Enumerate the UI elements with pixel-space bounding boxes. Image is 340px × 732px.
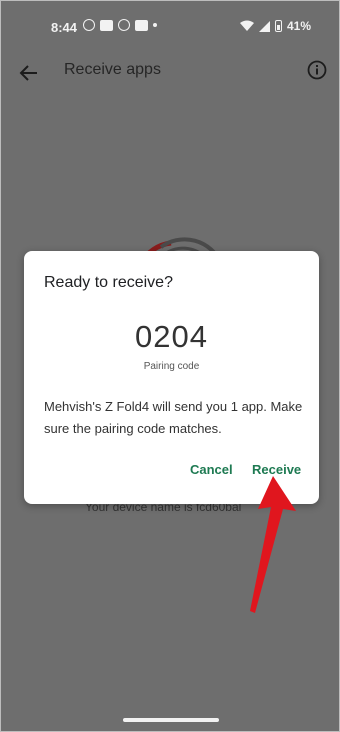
phone-screen: 8:44 41% Receive apps Your device name i… <box>0 0 340 732</box>
page-title: Receive apps <box>64 61 161 78</box>
back-arrow-icon[interactable] <box>17 61 41 85</box>
status-bar: 8:44 41% <box>1 1 339 53</box>
snapchat-icon <box>118 19 130 31</box>
app-bar: Receive apps <box>1 53 339 97</box>
pairing-code-label: Pairing code <box>143 361 200 372</box>
annotation-arrow-icon <box>250 476 296 613</box>
status-time: 8:44 <box>51 20 78 35</box>
battery-icon <box>274 20 282 32</box>
mail-icon <box>100 19 113 31</box>
dialog-message: Mehvish's Z Fold4 will send you 1 app. M… <box>44 399 303 436</box>
wifi-icon <box>239 20 254 31</box>
battery-percent: 41% <box>286 19 311 33</box>
dialog-title: Ready to receive? <box>44 274 173 291</box>
whatsapp-icon <box>83 19 95 31</box>
signal-icon <box>258 20 270 32</box>
cancel-button[interactable]: Cancel <box>190 462 233 477</box>
receive-dialog: Ready to receive? 0204 Pairing code Mehv… <box>24 251 319 504</box>
system-icons: 41% <box>239 19 311 33</box>
home-indicator[interactable] <box>123 718 219 722</box>
info-icon[interactable] <box>307 60 327 80</box>
more-notifications-icon <box>153 23 157 27</box>
notification-icons <box>83 19 157 31</box>
app-icon <box>135 19 148 31</box>
pairing-code: 0204 <box>135 319 208 354</box>
